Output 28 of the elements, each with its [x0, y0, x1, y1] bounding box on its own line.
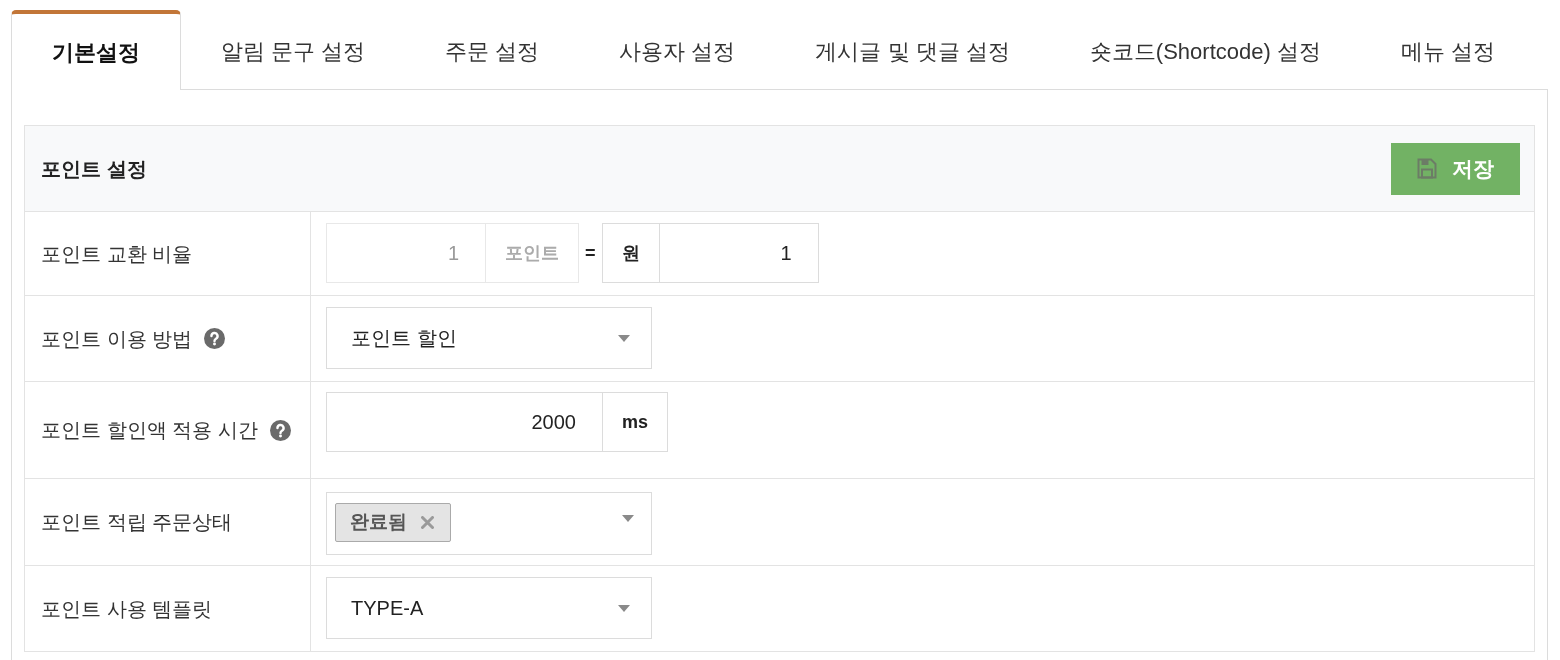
- help-icon[interactable]: [204, 328, 226, 349]
- unit-label: 원: [601, 223, 660, 283]
- caret-icon: [618, 334, 630, 342]
- field-label: 포인트 이용 방법: [41, 326, 193, 352]
- tab[interactable]: 알림 문구 설정: [181, 10, 406, 90]
- field-label: 포인트 교환 비율: [41, 241, 193, 267]
- input-field[interactable]: 1: [658, 223, 819, 283]
- tab[interactable]: 주문 설정: [405, 10, 580, 90]
- section-title: 포인트 설정: [41, 156, 147, 182]
- dropdown[interactable]: TYPE-A: [326, 577, 652, 639]
- field-label: 포인트 적립 주문상태: [41, 510, 233, 535]
- field-label: 포인트 할인액 적용 시간: [41, 418, 258, 443]
- unit-label: 포인트: [485, 223, 579, 283]
- tab[interactable]: 기본설정: [11, 10, 181, 90]
- tab[interactable]: 게시글 및 댓글 설정: [775, 10, 1050, 90]
- multi-select-field[interactable]: 완료됨: [326, 492, 652, 555]
- dropdown[interactable]: 포인트 할인: [326, 307, 652, 369]
- field-label: 포인트 사용 템플릿: [41, 596, 213, 622]
- unit-label: ms: [602, 392, 668, 452]
- tab[interactable]: 사용자 설정: [579, 10, 776, 90]
- tag-chip[interactable]: 완료됨: [335, 503, 451, 542]
- tab[interactable]: 숏코드(Shortcode) 설정: [1049, 10, 1361, 90]
- equals-sign: =: [585, 241, 596, 265]
- input-field[interactable]: 2000: [326, 392, 603, 452]
- tab[interactable]: 메뉴 설정: [1360, 10, 1535, 90]
- help-icon[interactable]: [269, 419, 291, 441]
- caret-icon: [618, 604, 630, 612]
- caret-icon: [622, 515, 634, 522]
